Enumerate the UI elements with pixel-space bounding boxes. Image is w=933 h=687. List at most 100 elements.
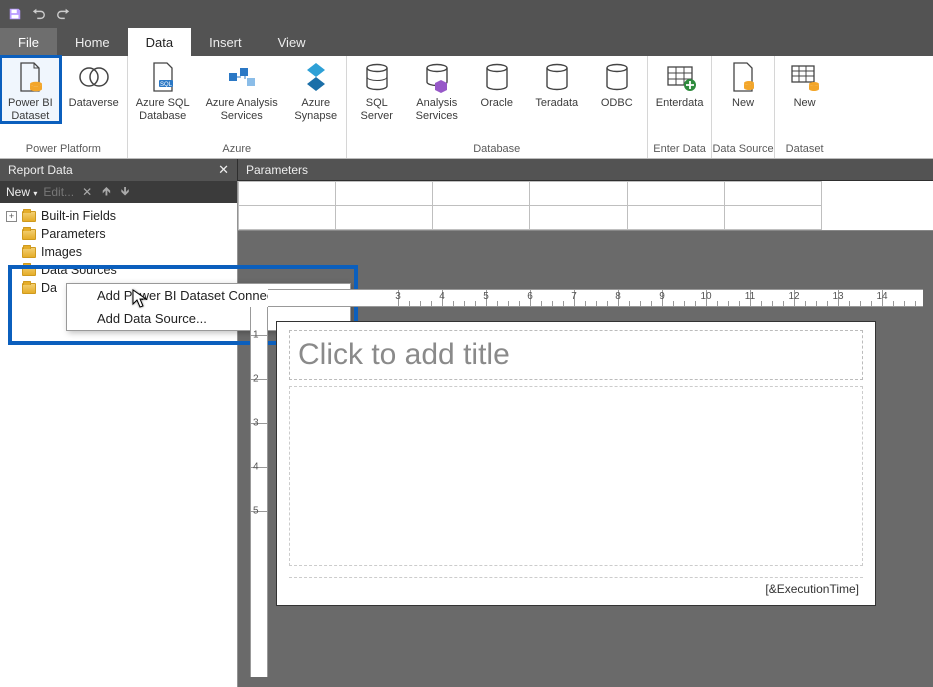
folder-icon	[22, 211, 36, 222]
report-data-pane: New ▾ Edit... ✕ 🡹 🡻 + Built-in Fields Pa…	[0, 181, 238, 687]
ribbon-teradata[interactable]: Teradata	[527, 56, 587, 110]
ruler-number: 9	[659, 291, 665, 302]
ribbon-odbc[interactable]: ODBC	[587, 56, 647, 110]
ribbon-dataverse[interactable]: Dataverse	[61, 56, 127, 110]
ruler-number: 7	[571, 291, 577, 302]
save-icon[interactable]	[8, 7, 22, 21]
redo-icon[interactable]	[56, 7, 70, 21]
database-icon	[480, 60, 514, 94]
folder-icon	[22, 229, 36, 240]
tree-builtin-fields[interactable]: + Built-in Fields	[0, 207, 237, 225]
ribbon-item-label: Dataverse	[69, 97, 119, 110]
design-pane: 34567891011121314 12345 Click to add tit…	[238, 181, 933, 687]
move-down-icon[interactable]: 🡻	[119, 182, 132, 203]
new-dropdown[interactable]: New ▾	[6, 185, 37, 199]
ribbon-oracle[interactable]: Oracle	[467, 56, 527, 110]
ribbon-group-enter-data: Enterdata Enter Data	[648, 56, 713, 158]
parameters-title: Parameters	[246, 163, 308, 177]
ribbon-item-label: Services	[416, 110, 458, 123]
database-icon	[600, 60, 634, 94]
ribbon-item-label: Services	[221, 110, 263, 123]
parameters-grid[interactable]	[238, 181, 933, 231]
ribbon-group-azure: SQL Azure SQL Database Azure Analysis Se…	[128, 56, 347, 158]
tree-data-sources[interactable]: Data Sources	[0, 261, 237, 279]
vertical-ruler: 1 2 3 4 5	[250, 307, 268, 677]
ribbon-powerbi-dataset[interactable]: Power BI Dataset	[0, 56, 61, 123]
file-sql-icon: SQL	[146, 60, 180, 94]
ruler-number: 1	[253, 330, 259, 341]
table-database-icon	[788, 60, 822, 94]
tab-view[interactable]: View	[260, 28, 324, 56]
azure-synapse-icon	[299, 60, 333, 94]
horizontal-ruler: 34567891011121314	[268, 289, 923, 307]
report-page[interactable]: Click to add title [&ExecutionTime]	[276, 321, 876, 606]
ruler-number: 5	[253, 506, 259, 517]
tab-data[interactable]: Data	[128, 28, 191, 56]
report-title-placeholder[interactable]: Click to add title	[289, 330, 863, 380]
ribbon-item-label: Server	[361, 110, 393, 123]
ribbon-enter-data[interactable]: Enterdata	[648, 56, 712, 110]
ribbon-item-label: SQL	[366, 97, 388, 110]
report-data-toolbar: New ▾ Edit... ✕ 🡹 🡻	[0, 181, 237, 203]
report-body[interactable]	[289, 386, 863, 566]
tree-label: Da	[41, 281, 57, 295]
move-up-icon[interactable]: 🡹	[100, 182, 113, 203]
table-plus-icon	[663, 60, 697, 94]
ribbon-azure-sql-db[interactable]: SQL Azure SQL Database	[128, 56, 198, 123]
ruler-number: 4	[253, 462, 259, 473]
ribbon-group-label: Data Source	[712, 141, 773, 158]
ribbon-item-label: Teradata	[535, 97, 578, 110]
tree-label: Images	[41, 245, 82, 259]
ribbon-azure-analysis-services[interactable]: Azure Analysis Services	[198, 56, 286, 123]
close-icon[interactable]: ✕	[218, 162, 229, 178]
ribbon-analysis-services[interactable]: Analysis Services	[407, 56, 467, 123]
ruler-number: 11	[745, 291, 755, 302]
tab-file[interactable]: File	[0, 28, 57, 56]
ribbon-group-data-source: New Data Source	[712, 56, 774, 158]
file-database-icon	[726, 60, 760, 94]
ribbon-item-label: Enterdata	[656, 97, 704, 110]
ribbon-item-label: Oracle	[481, 97, 513, 110]
ribbon-item-label: New	[794, 97, 816, 110]
panels-header: Report Data ✕ Parameters	[0, 159, 933, 181]
ribbon-group-label: Enter Data	[653, 141, 706, 158]
parameters-panel-header: Parameters	[238, 159, 933, 181]
ruler-number: 4	[439, 291, 445, 302]
ribbon-item-label: Database	[139, 110, 186, 123]
ribbon-group-dataset: New Dataset	[775, 56, 835, 158]
ribbon-azure-synapse[interactable]: Azure Synapse	[286, 56, 346, 123]
report-footer[interactable]: [&ExecutionTime]	[289, 577, 863, 599]
execution-time-field: [&ExecutionTime]	[765, 582, 859, 596]
ruler-number: 6	[527, 291, 533, 302]
dataverse-icon	[77, 60, 111, 94]
ribbon-new-dataset[interactable]: New	[775, 56, 835, 110]
ribbon-group-label: Database	[473, 141, 520, 158]
ribbon-group-power-platform: Power BI Dataset Dataverse Power Platfor…	[0, 56, 128, 158]
database-icon	[540, 60, 574, 94]
tab-insert[interactable]: Insert	[191, 28, 260, 56]
expand-icon[interactable]: +	[6, 211, 17, 222]
ruler-number: 13	[832, 291, 843, 302]
ribbon-item-label: Dataset	[11, 110, 49, 123]
tree-label: Parameters	[41, 227, 106, 241]
ruler-number: 2	[253, 374, 259, 385]
ruler-number: 8	[615, 291, 621, 302]
delete-icon[interactable]: ✕	[80, 185, 94, 199]
ribbon-sql-server[interactable]: SQL Server	[347, 56, 407, 123]
undo-icon[interactable]	[32, 7, 46, 21]
canvas-area: 34567891011121314 12345 Click to add tit…	[238, 231, 933, 687]
tree-parameters[interactable]: Parameters	[0, 225, 237, 243]
ribbon-item-label: Power BI	[8, 97, 53, 110]
parameters-table[interactable]	[238, 181, 822, 230]
report-data-panel-header: Report Data ✕	[0, 159, 238, 181]
ruler-number: 3	[253, 418, 259, 429]
ribbon-group-label: Dataset	[786, 141, 824, 158]
tab-home[interactable]: Home	[57, 28, 128, 56]
tree-images[interactable]: Images	[0, 243, 237, 261]
azure-cube-icon	[225, 60, 259, 94]
ribbon-new-data-source[interactable]: New	[713, 56, 773, 110]
database-cube-icon	[420, 60, 454, 94]
ribbon-item-label: ODBC	[601, 97, 633, 110]
edit-button: Edit...	[43, 185, 74, 199]
ribbon-group-label: Power Platform	[26, 141, 101, 158]
